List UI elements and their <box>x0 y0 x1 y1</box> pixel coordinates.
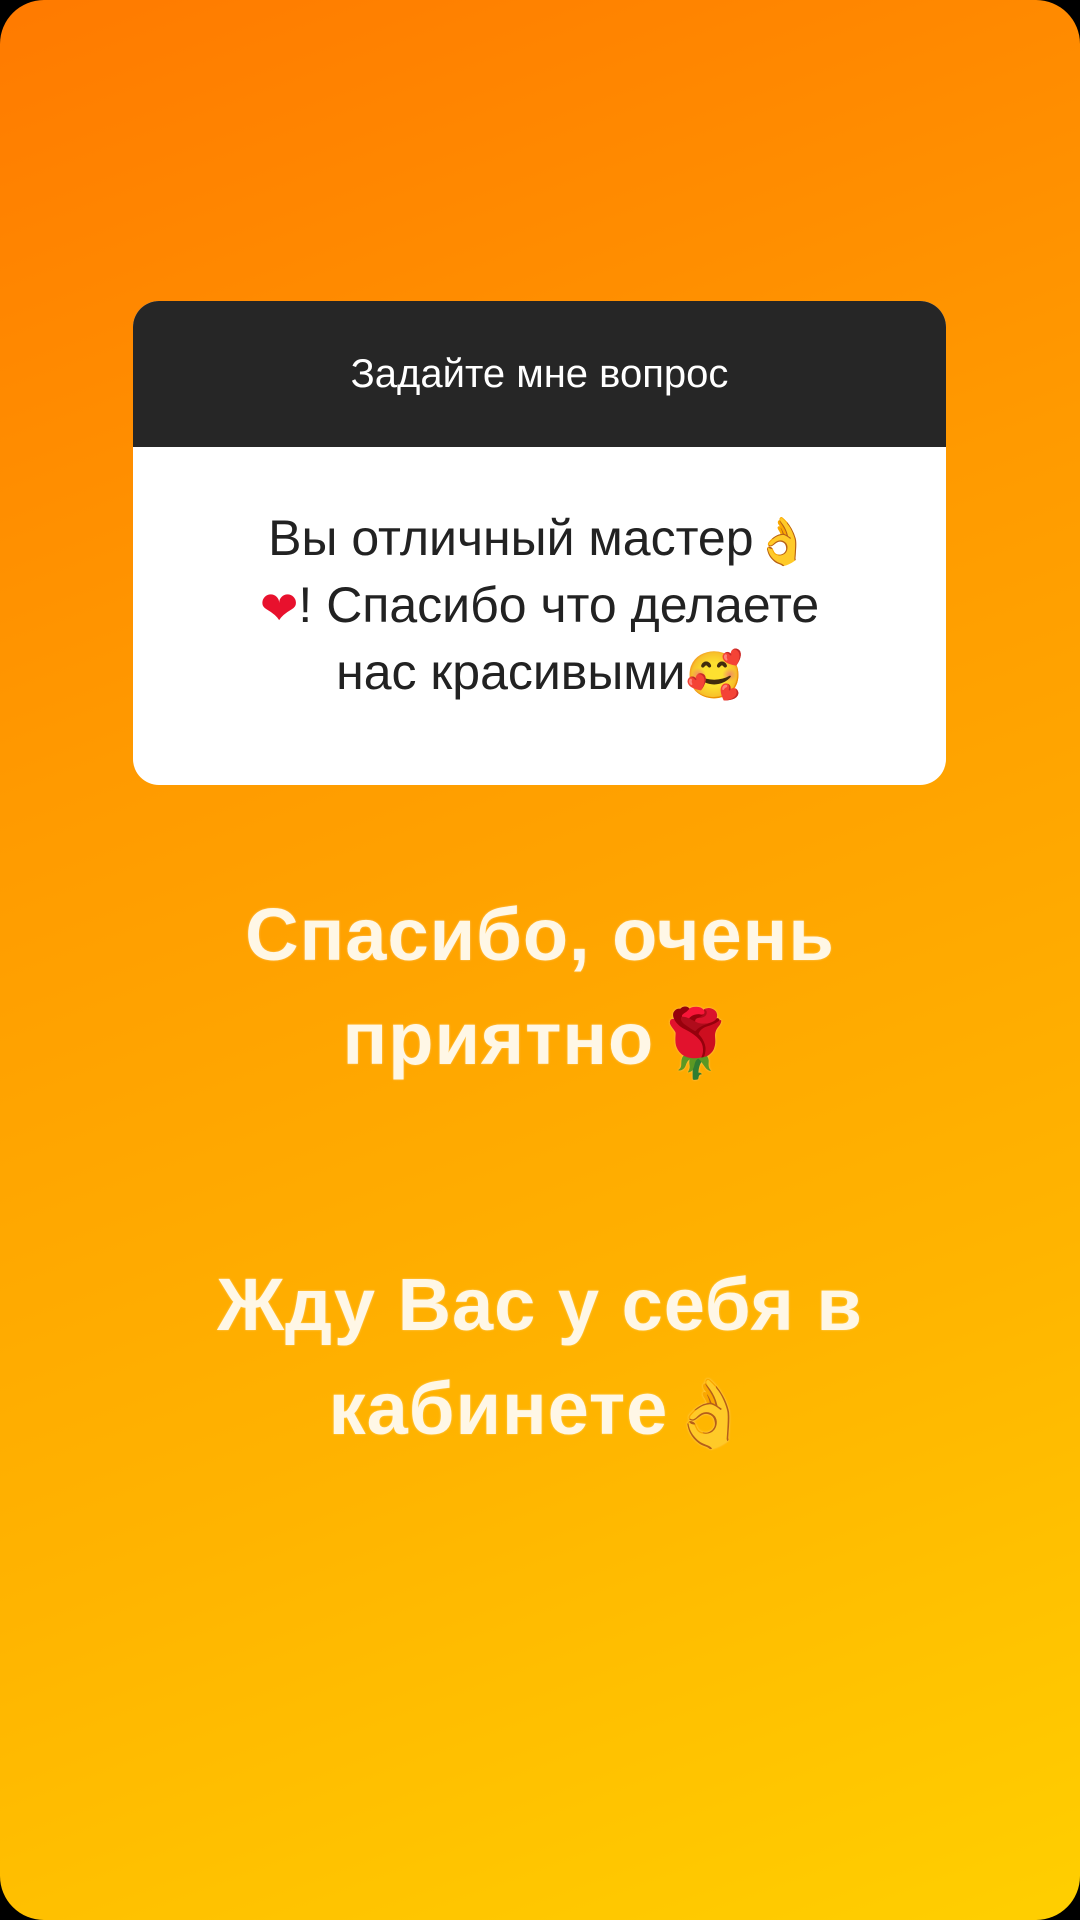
ok-hand-icon: 👌 <box>668 1375 752 1452</box>
red-heart-icon: ❤ <box>259 580 299 635</box>
answer-line-3: нас красивыми🥰 <box>336 640 743 707</box>
answer-line-1: Вы отличный мастер👌 <box>268 506 811 573</box>
story-canvas: Задайте мне вопрос Вы отличный мастер👌 ❤… <box>0 0 1080 1920</box>
answer-line-2: ❤! Спасибо что делаете <box>260 573 819 640</box>
reply-2-line-2-text: кабинете <box>328 1367 669 1450</box>
question-sticker-answer: Вы отличный мастер👌 ❤! Спасибо что делае… <box>133 447 946 785</box>
reply-2-line-1: Жду Вас у себя в <box>217 1263 863 1346</box>
reply-1-line-2: приятно🌹 <box>0 987 1080 1096</box>
reply-text-1: Спасибо, очень приятно🌹 <box>0 883 1080 1096</box>
question-sticker-header: Задайте мне вопрос <box>133 301 946 447</box>
rose-icon: 🌹 <box>654 1005 738 1082</box>
answer-text-1: Вы отличный мастер <box>268 509 754 566</box>
answer-text-2: ! Спасибо что делаете <box>298 576 820 633</box>
question-prompt: Задайте мне вопрос <box>350 351 729 396</box>
question-sticker: Задайте мне вопрос Вы отличный мастер👌 ❤… <box>133 301 946 785</box>
reply-text-2: Жду Вас у себя в кабинете👌 <box>0 1253 1080 1466</box>
reply-1-line-2-text: приятно <box>342 997 655 1080</box>
smiling-face-with-hearts-icon: 🥰 <box>685 647 743 702</box>
answer-text-3: нас красивыми <box>336 643 686 700</box>
reply-2-line-2: кабинете👌 <box>0 1357 1080 1466</box>
reply-1-line-1: Спасибо, очень <box>245 893 835 976</box>
ok-hand-icon: 👌 <box>753 513 811 568</box>
